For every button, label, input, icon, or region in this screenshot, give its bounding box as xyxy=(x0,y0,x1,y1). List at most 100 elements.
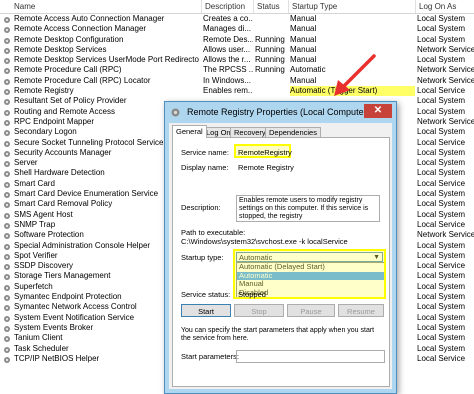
gear-icon xyxy=(3,170,11,178)
column-header-description[interactable]: Description xyxy=(205,2,245,11)
service-name-value: RemoteRegistry xyxy=(238,148,292,157)
start-button[interactable]: Start xyxy=(181,304,231,317)
gear-icon xyxy=(3,47,11,54)
service-name: Remote Procedure Call (RPC) xyxy=(14,65,122,75)
tab-general[interactable]: General xyxy=(172,125,207,138)
gear-icon xyxy=(3,67,11,75)
gear-icon xyxy=(3,294,11,302)
path-value: C:\Windows\system32\svchost.exe -k local… xyxy=(181,237,348,246)
properties-dialog: Remote Registry Properties (Local Comput… xyxy=(164,101,397,394)
service-name: Remote Access Auto Connection Manager xyxy=(14,14,165,23)
service-log-on-as: Local System xyxy=(417,106,466,116)
description-box[interactable]: Enables remote users to modify registry … xyxy=(236,195,380,222)
service-log-on-as: Local System xyxy=(417,14,466,23)
gear-icon xyxy=(3,243,11,250)
service-log-on-as: Local System xyxy=(417,158,466,168)
gear-icon xyxy=(3,335,11,343)
service-log-on-as: Local System xyxy=(417,34,466,44)
service-log-on-as: Local System xyxy=(417,199,466,209)
service-log-on-as: Local Service xyxy=(417,219,466,229)
service-description: Allows the r... xyxy=(203,55,251,65)
service-log-on-as: Local Service xyxy=(417,353,466,363)
service-log-on-as: Local Service xyxy=(417,178,466,188)
service-row[interactable]: Remote Access Auto Connection Manager Cre… xyxy=(0,14,474,24)
service-log-on-as: Local System xyxy=(417,312,466,322)
gear-icon xyxy=(3,212,11,219)
service-log-on-as: Network Service xyxy=(417,44,474,54)
service-description: In Windows... xyxy=(203,75,252,85)
gear-icon xyxy=(170,107,181,120)
gear-icon xyxy=(3,263,11,271)
service-log-on-as: Local Service xyxy=(417,137,466,147)
column-header-log-on-as[interactable]: Log On As xyxy=(419,2,456,11)
service-log-on-as: Local System xyxy=(417,127,466,137)
gear-icon xyxy=(3,78,11,85)
start-parameters-label: Start parameters: xyxy=(181,352,239,361)
service-log-on-as: Local System xyxy=(417,96,466,106)
service-status-label: Service status: xyxy=(181,290,231,299)
service-log-on-as: Local System xyxy=(417,55,466,65)
service-row[interactable]: Remote Desktop Configuration Remote Des..… xyxy=(0,35,474,45)
description-label: Description: xyxy=(181,203,221,212)
display-name-value: Remote Registry xyxy=(238,163,294,172)
gear-icon xyxy=(3,181,11,188)
gear-icon xyxy=(3,160,11,168)
dialog-title: Remote Registry Properties (Local Comput… xyxy=(187,107,370,117)
service-row[interactable]: Remote Desktop Services Allows user... Run… xyxy=(0,45,474,55)
service-row[interactable]: Remote Access Connection Manager Manages … xyxy=(0,24,474,34)
gear-icon xyxy=(3,150,11,157)
service-log-on-as: Network Service xyxy=(417,65,474,75)
service-log-on-as: Local System xyxy=(417,322,466,332)
column-header-status[interactable]: Status xyxy=(257,2,280,11)
service-status: Running xyxy=(255,34,285,44)
gear-icon xyxy=(3,119,11,126)
services-list-header: Name Description Status Startup Type Log… xyxy=(0,0,474,14)
service-row[interactable]: Remote Desktop Services UserMode Port Re… xyxy=(0,55,474,65)
gear-icon xyxy=(3,304,11,312)
service-log-on-as: Local System xyxy=(417,292,466,302)
service-status: Running xyxy=(255,65,285,75)
service-name: Remote Desktop Services xyxy=(14,44,107,54)
service-startup-type: Manual xyxy=(290,14,317,23)
gear-icon xyxy=(3,284,11,291)
column-header-name[interactable]: Name xyxy=(14,2,35,11)
service-description: Manages di... xyxy=(203,24,252,34)
column-header-startup-type[interactable]: Startup Type xyxy=(292,2,337,11)
service-log-on-as: Local System xyxy=(417,209,466,219)
close-button[interactable]: ✕ xyxy=(364,104,392,118)
resume-button[interactable]: Resume xyxy=(338,304,384,317)
service-description: Enables rem... xyxy=(203,86,253,96)
gear-icon xyxy=(3,37,11,44)
service-description: Remote Des... xyxy=(203,34,253,44)
dialog-titlebar[interactable]: Remote Registry Properties (Local Comput… xyxy=(165,102,396,122)
service-row[interactable]: Remote Procedure Call (RPC) The RPCSS ...… xyxy=(0,65,474,75)
startup-type-label: Startup type: xyxy=(181,253,224,262)
gear-icon xyxy=(3,57,11,65)
stop-button[interactable]: Stop xyxy=(234,304,284,317)
service-description: Creates a co... xyxy=(203,14,253,23)
service-log-on-as: Local System xyxy=(417,250,466,260)
service-status: Running xyxy=(255,44,285,54)
service-log-on-as: Local Service xyxy=(417,261,466,271)
gear-icon xyxy=(3,129,11,137)
gear-icon xyxy=(3,98,11,106)
start-parameters-input[interactable] xyxy=(236,350,385,363)
service-log-on-as: Local System xyxy=(417,240,466,250)
service-row[interactable]: Remote Procedure Call (RPC) Locator In Wi… xyxy=(0,76,474,86)
gear-icon xyxy=(3,201,11,209)
pause-button[interactable]: Pause xyxy=(287,304,335,317)
gear-icon xyxy=(3,346,11,353)
service-name: Remote Procedure Call (RPC) Locator xyxy=(14,75,151,85)
service-row[interactable]: Remote Registry Enables rem... Automatic (… xyxy=(0,86,474,97)
service-name: Remote Desktop Services UserMode Port Re… xyxy=(14,55,199,65)
gear-icon xyxy=(3,325,11,332)
service-startup-type: Manual xyxy=(290,24,317,34)
red-arrow-annotation xyxy=(334,54,376,96)
service-log-on-as: Local Service xyxy=(417,86,466,96)
gear-icon xyxy=(3,232,11,240)
gear-icon xyxy=(3,191,11,199)
service-description: Allows user... xyxy=(203,44,251,54)
service-name-label: Service name: xyxy=(181,148,229,157)
service-name: Remote Registry xyxy=(14,86,74,96)
service-status: Running xyxy=(255,55,285,65)
